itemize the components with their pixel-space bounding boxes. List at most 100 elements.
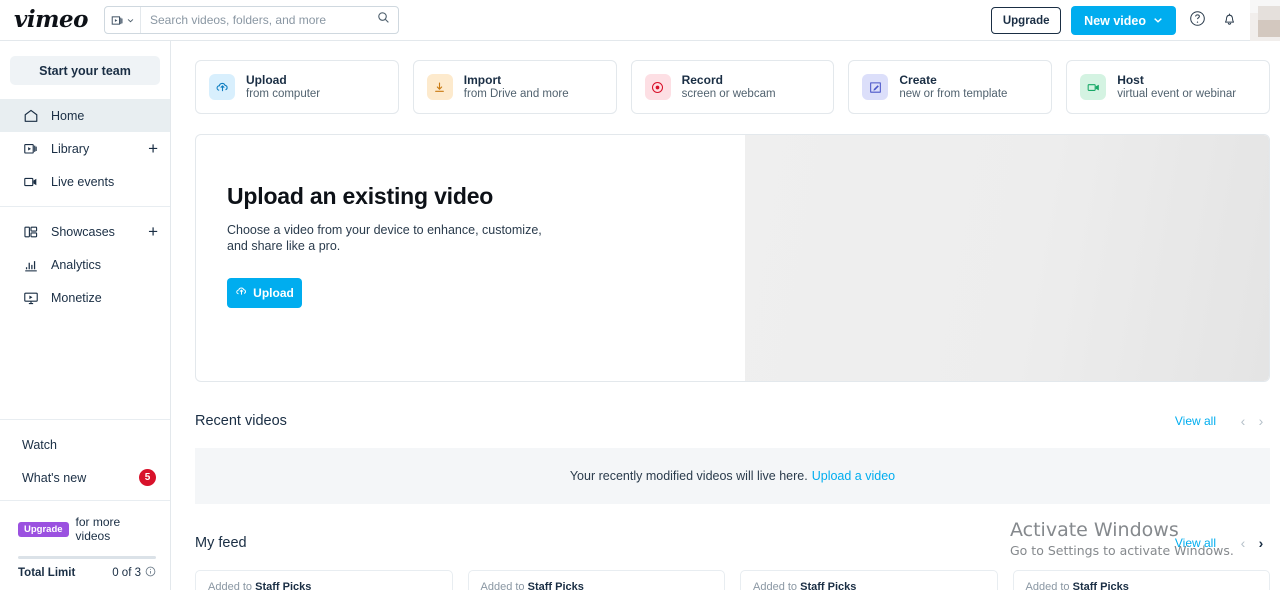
search-type-selector[interactable] [105,7,141,33]
sidebar-item-library[interactable]: Library + [0,132,170,165]
chevron-left-icon[interactable]: ‹ [1234,534,1252,552]
sidebar-item-label: Library [51,141,90,156]
sidebar-item-whats-new[interactable]: What's new 5 [0,461,170,494]
upgrade-prompt[interactable]: Upgrade for more videos [18,515,156,543]
upload-hero-panel: Upload an existing video Choose a video … [195,134,1270,382]
start-your-team-button[interactable]: Start your team [10,56,160,85]
feed-card-name: Staff Picks [800,581,857,590]
hero-upload-button[interactable]: Upload [227,278,302,308]
list-item[interactable]: Added to Staff Picks [195,570,453,590]
upload-a-video-link[interactable]: Upload a video [812,469,895,483]
vimeo-dashboard: vimeo Search videos, folders, and more U… [0,0,1280,590]
sidebar-item-label: Live events [51,174,115,189]
main-content: Upload from computer Import from Drive a… [171,41,1280,590]
record-dot-icon [644,74,671,100]
recent-view-all-link[interactable]: View all [1175,414,1216,428]
sidebar-item-label: Showcases [51,224,115,239]
search-icon [377,11,390,29]
list-item[interactable]: Added to Staff Picks [740,570,998,590]
action-card-subtitle: virtual event or webinar [1117,87,1237,100]
sidebar-item-monetize[interactable]: Monetize [0,281,170,314]
feed-card-prefix: Added to [208,581,253,590]
limit-label: Total Limit [18,567,76,579]
storage-limit-panel: Upgrade for more videos Total Limit 0 of… [0,500,170,590]
sidebar-item-showcases[interactable]: Showcases + [0,215,170,248]
limit-value: 0 of 3 [112,567,141,579]
action-card-title: Create [899,72,937,87]
hero-copy: Upload an existing video Choose a video … [196,135,745,381]
feed-card-prefix: Added to [480,581,525,590]
action-card-title: Record [681,72,723,87]
chevron-right-icon[interactable]: › [1252,534,1270,552]
my-feed-cards: Added to Staff Picks Added to Staff Pick… [195,570,1270,590]
action-card-subtitle: from computer [246,87,321,100]
search-submit-button[interactable] [368,7,398,33]
sidebar-item-home[interactable]: Home [0,99,170,132]
sidebar-item-live-events[interactable]: Live events [0,165,170,198]
add-library-button[interactable]: + [148,140,158,157]
chevron-down-icon [127,17,134,24]
action-card-create[interactable]: Create new or from template [848,60,1053,114]
action-card-subtitle: new or from template [899,87,1008,100]
action-card-record[interactable]: Record screen or webcam [630,60,835,114]
recent-videos-header: Recent videos View all ‹ › [195,410,1270,432]
recent-videos-title: Recent videos [195,413,287,429]
search-bar [104,6,399,34]
sidebar-item-label: Analytics [51,257,102,272]
info-circle-icon[interactable] [145,566,156,580]
chevron-left-icon[interactable]: ‹ [1234,412,1252,430]
my-feed-header: My feed View all ‹ › [195,532,1270,554]
vimeo-logo[interactable]: vimeo [14,8,88,31]
upgrade-button[interactable]: Upgrade [991,7,1062,34]
add-showcase-button[interactable]: + [148,223,158,240]
hero-image [745,135,1269,381]
chevron-right-icon[interactable]: › [1252,412,1270,430]
upload-cloud-icon [209,74,235,100]
upgrade-prompt-text: for more videos [75,515,121,543]
host-camera-icon [1080,74,1107,100]
create-pencil-icon [862,74,889,100]
hero-heading: Upload an existing video [227,183,494,209]
chevron-down-icon [1153,14,1163,28]
library-icon [22,140,40,158]
feed-view-all-link[interactable]: View all [1175,536,1216,550]
action-card-host[interactable]: Host virtual event or webinar [1066,60,1270,114]
action-card-title: Upload [246,72,287,87]
feed-card-name: Staff Picks [527,581,584,590]
sidebar-item-analytics[interactable]: Analytics [0,248,170,281]
limit-progress-bar [18,556,156,559]
avatar[interactable] [1250,0,1280,41]
help-button[interactable] [1186,10,1208,32]
action-cards-row: Upload from computer Import from Drive a… [171,41,1280,114]
sidebar-footer: Watch What's new 5 Upgrade for more vide… [0,419,170,590]
hero-upload-label: Upload [253,286,294,300]
action-card-title: Host [1117,72,1144,87]
new-video-button[interactable]: New video [1071,6,1176,35]
monetize-screen-icon [22,289,40,307]
sidebar-nav-secondary: Showcases + Analytics Monetize [0,206,170,322]
action-card-title: Import [463,72,502,87]
upgrade-pill-button[interactable]: Upgrade [18,521,69,537]
whats-new-badge: 5 [139,469,156,486]
list-item[interactable]: Added to Staff Picks [467,570,725,590]
video-filter-icon [111,14,124,27]
my-feed-title: My feed [195,535,247,551]
question-circle-icon [1189,10,1206,32]
recent-videos-empty-state: Your recently modified videos will live … [195,448,1270,504]
sidebar-item-label: Watch [22,437,57,452]
action-card-import[interactable]: Import from Drive and more [412,60,617,114]
action-card-upload[interactable]: Upload from computer [195,60,399,114]
analytics-bars-icon [22,256,40,274]
top-bar-actions: Upgrade New video [991,0,1280,41]
sidebar-item-watch[interactable]: Watch [0,428,170,461]
sidebar-item-label: What's new [22,470,87,485]
search-input[interactable] [141,7,368,33]
bell-icon [1221,10,1238,32]
list-item[interactable]: Added to Staff Picks [1012,570,1270,590]
action-card-subtitle: from Drive and more [463,87,569,100]
sidebar-item-label: Monetize [51,290,102,305]
sidebar-nav-primary: Home Library + Live events [0,85,170,206]
action-card-subtitle: screen or webcam [681,87,776,100]
new-video-label: New video [1084,13,1146,28]
notifications-button[interactable] [1218,10,1240,32]
